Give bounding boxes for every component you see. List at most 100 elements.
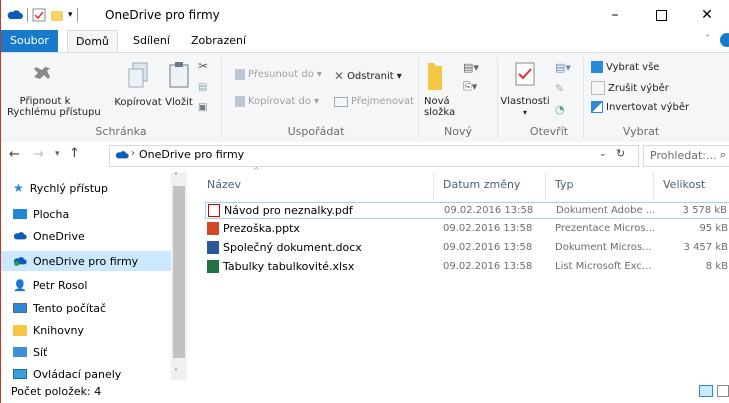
tab-view[interactable]: Zobrazení	[183, 30, 254, 52]
back-arrow-icon[interactable]: ←	[9, 147, 20, 162]
properties-qat-icon[interactable]	[32, 8, 46, 22]
cut-icon[interactable]: ✂	[198, 59, 208, 73]
column-separator[interactable]	[433, 172, 434, 200]
ribbon-collapse-icon[interactable]: ˄	[705, 34, 710, 45]
nav-item-user[interactable]: 👤 Petr Rosol	[13, 275, 87, 295]
column-separator[interactable]	[653, 172, 654, 200]
file-size: 95 kB	[699, 223, 728, 234]
new-folder-button[interactable]: Nová složka	[424, 61, 456, 118]
pin-icon	[34, 67, 50, 79]
copy-label: Kopírovat	[114, 97, 162, 108]
search-input[interactable]: Prohledat:... ⌕	[643, 145, 729, 167]
nav-item-onedrive-business[interactable]: OneDrive pro firmy	[1, 251, 171, 271]
nav-scrollbar[interactable]: ˄ ˅	[171, 172, 187, 380]
nav-item-desktop[interactable]: Plocha	[13, 204, 69, 224]
select-all-label: Vybrat vše	[606, 61, 660, 73]
column-date[interactable]: Datum změny	[443, 178, 520, 191]
forward-arrow-icon[interactable]: →	[33, 147, 44, 162]
file-size: 3 578 kB	[682, 205, 727, 216]
easy-access-icon[interactable]: ⎘▾	[463, 80, 479, 94]
new-item-buttons: ▤▾ ⎘▾	[463, 61, 479, 94]
nav-label: Síť	[33, 345, 48, 359]
address-path[interactable]: OneDrive pro firmy	[139, 148, 244, 161]
details-view-icon[interactable]	[699, 385, 713, 397]
xlsx-icon	[207, 260, 219, 276]
nav-item-onedrive[interactable]: OneDrive	[13, 226, 85, 246]
tab-share[interactable]: Sdílení	[125, 30, 178, 52]
scroll-up-icon[interactable]: ˄	[174, 172, 178, 181]
nav-item-libraries[interactable]: Knihovny	[13, 320, 84, 340]
file-row[interactable]: Prezoška.pptx 09.02.2016 13:58 Prezentac…	[205, 221, 729, 238]
file-name: Tabulky tabulkovité.xlsx	[223, 260, 355, 273]
nav-item-quick-access[interactable]: ★ Rychlý přístup	[13, 178, 108, 198]
nav-label: Rychlý přístup	[29, 181, 108, 195]
user-icon: 👤	[13, 278, 27, 292]
libraries-icon	[13, 324, 27, 336]
up-arrow-icon[interactable]: ↑	[69, 146, 80, 161]
select-none-button[interactable]: Zrušit výběr	[591, 81, 669, 95]
file-type: Prezentace Micros...	[555, 223, 656, 234]
recent-locations-icon[interactable]: ▾	[55, 149, 60, 159]
group-clipboard: Schránka	[95, 125, 147, 138]
address-bar-row: ← → ▾ ↑ › OneDrive pro firmy ⌄ ↻ Prohled…	[1, 142, 729, 170]
copy-button[interactable]: Kopírovat	[113, 61, 163, 108]
copy-to-button[interactable]: Kopírovat do ▾	[235, 96, 319, 107]
close-button[interactable]: ✕	[684, 0, 729, 30]
onedrive-cloud-icon[interactable]	[7, 9, 23, 21]
nav-scrollbar-thumb[interactable]	[173, 186, 185, 358]
new-item-icon[interactable]: ▤▾	[463, 61, 479, 74]
column-separator[interactable]	[545, 172, 546, 200]
large-icons-view-icon[interactable]	[717, 385, 729, 397]
tab-file[interactable]: Soubor	[1, 30, 58, 52]
minimize-button[interactable]: –	[592, 0, 638, 30]
group-open: Otevřít	[529, 125, 569, 138]
open-icon[interactable]: ▤▾	[555, 61, 571, 74]
onedrive-icon	[13, 232, 27, 240]
paste-shortcut-icon[interactable]: ▣	[198, 102, 208, 113]
window-title: OneDrive pro firmy	[105, 8, 220, 22]
pptx-icon	[207, 222, 219, 238]
select-all-button[interactable]: Vybrat vše	[591, 61, 659, 73]
quick-access-toolbar: ▾	[7, 7, 78, 23]
delete-dropdown-icon: ▾	[396, 70, 402, 82]
properties-icon	[515, 62, 535, 86]
column-type[interactable]: Typ	[555, 178, 574, 191]
file-row[interactable]: Společný dokument.docx 09.02.2016 13:58 …	[205, 240, 729, 257]
explorer-window: ▾ OneDrive pro firmy – ✕ Soubor Domů Sdí…	[0, 0, 729, 403]
search-icon[interactable]: ⌕	[720, 148, 726, 162]
rename-button[interactable]: Přejmenovat	[334, 96, 414, 107]
paste-label: Vložit	[165, 97, 193, 108]
file-row[interactable]: Tabulky tabulkovité.xlsx 09.02.2016 13:5…	[205, 259, 729, 276]
history-icon[interactable]: ◔	[555, 103, 571, 116]
maximize-button[interactable]	[638, 0, 684, 30]
properties-button[interactable]: Vlastnosti ▾	[499, 61, 551, 118]
title-bar: ▾ OneDrive pro firmy – ✕	[1, 0, 729, 30]
column-name[interactable]: Název	[207, 178, 241, 191]
rename-icon	[334, 96, 348, 107]
file-date: 09.02.2016 13:58	[444, 205, 534, 216]
column-size[interactable]: Velikost	[663, 178, 705, 191]
delete-button[interactable]: ✕ Odstranit ▾	[334, 69, 402, 83]
file-date: 09.02.2016 13:58	[443, 242, 533, 253]
copy-path-icon[interactable]: ▤	[198, 82, 208, 93]
pin-quick-access-button[interactable]: Připnout k Rychlému přístupu	[7, 61, 101, 118]
customize-qat-icon[interactable]: ▾	[68, 10, 73, 20]
navigation-pane: ★ Rychlý přístup Plocha OneDrive OneDriv…	[1, 172, 187, 381]
refresh-icon[interactable]: ↻	[616, 147, 625, 160]
address-dropdown-icon[interactable]: ⌄	[599, 149, 607, 159]
new-folder-qat-icon[interactable]	[50, 8, 64, 22]
invert-selection-button[interactable]: Invertovat výběr	[591, 101, 689, 113]
file-date: 09.02.2016 13:58	[443, 261, 533, 272]
scroll-down-icon[interactable]: ˅	[174, 368, 178, 377]
nav-item-network[interactable]: Síť	[13, 342, 47, 362]
help-icon[interactable]	[720, 33, 729, 47]
breadcrumb-chevron-icon[interactable]: ›	[131, 148, 135, 159]
file-row[interactable]: Návod pro neznalky.pdf 09.02.2016 13:58 …	[205, 202, 729, 219]
group-separator	[418, 57, 419, 137]
file-type: List Microsoft Exc...	[555, 261, 652, 272]
move-to-button[interactable]: Přesunout do ▾	[235, 69, 322, 80]
paste-button[interactable]: Vložit	[163, 61, 195, 108]
edit-icon[interactable]: ✎	[555, 82, 571, 95]
nav-item-this-pc[interactable]: Tento počítač	[13, 298, 106, 318]
tab-home[interactable]: Domů	[67, 30, 118, 54]
